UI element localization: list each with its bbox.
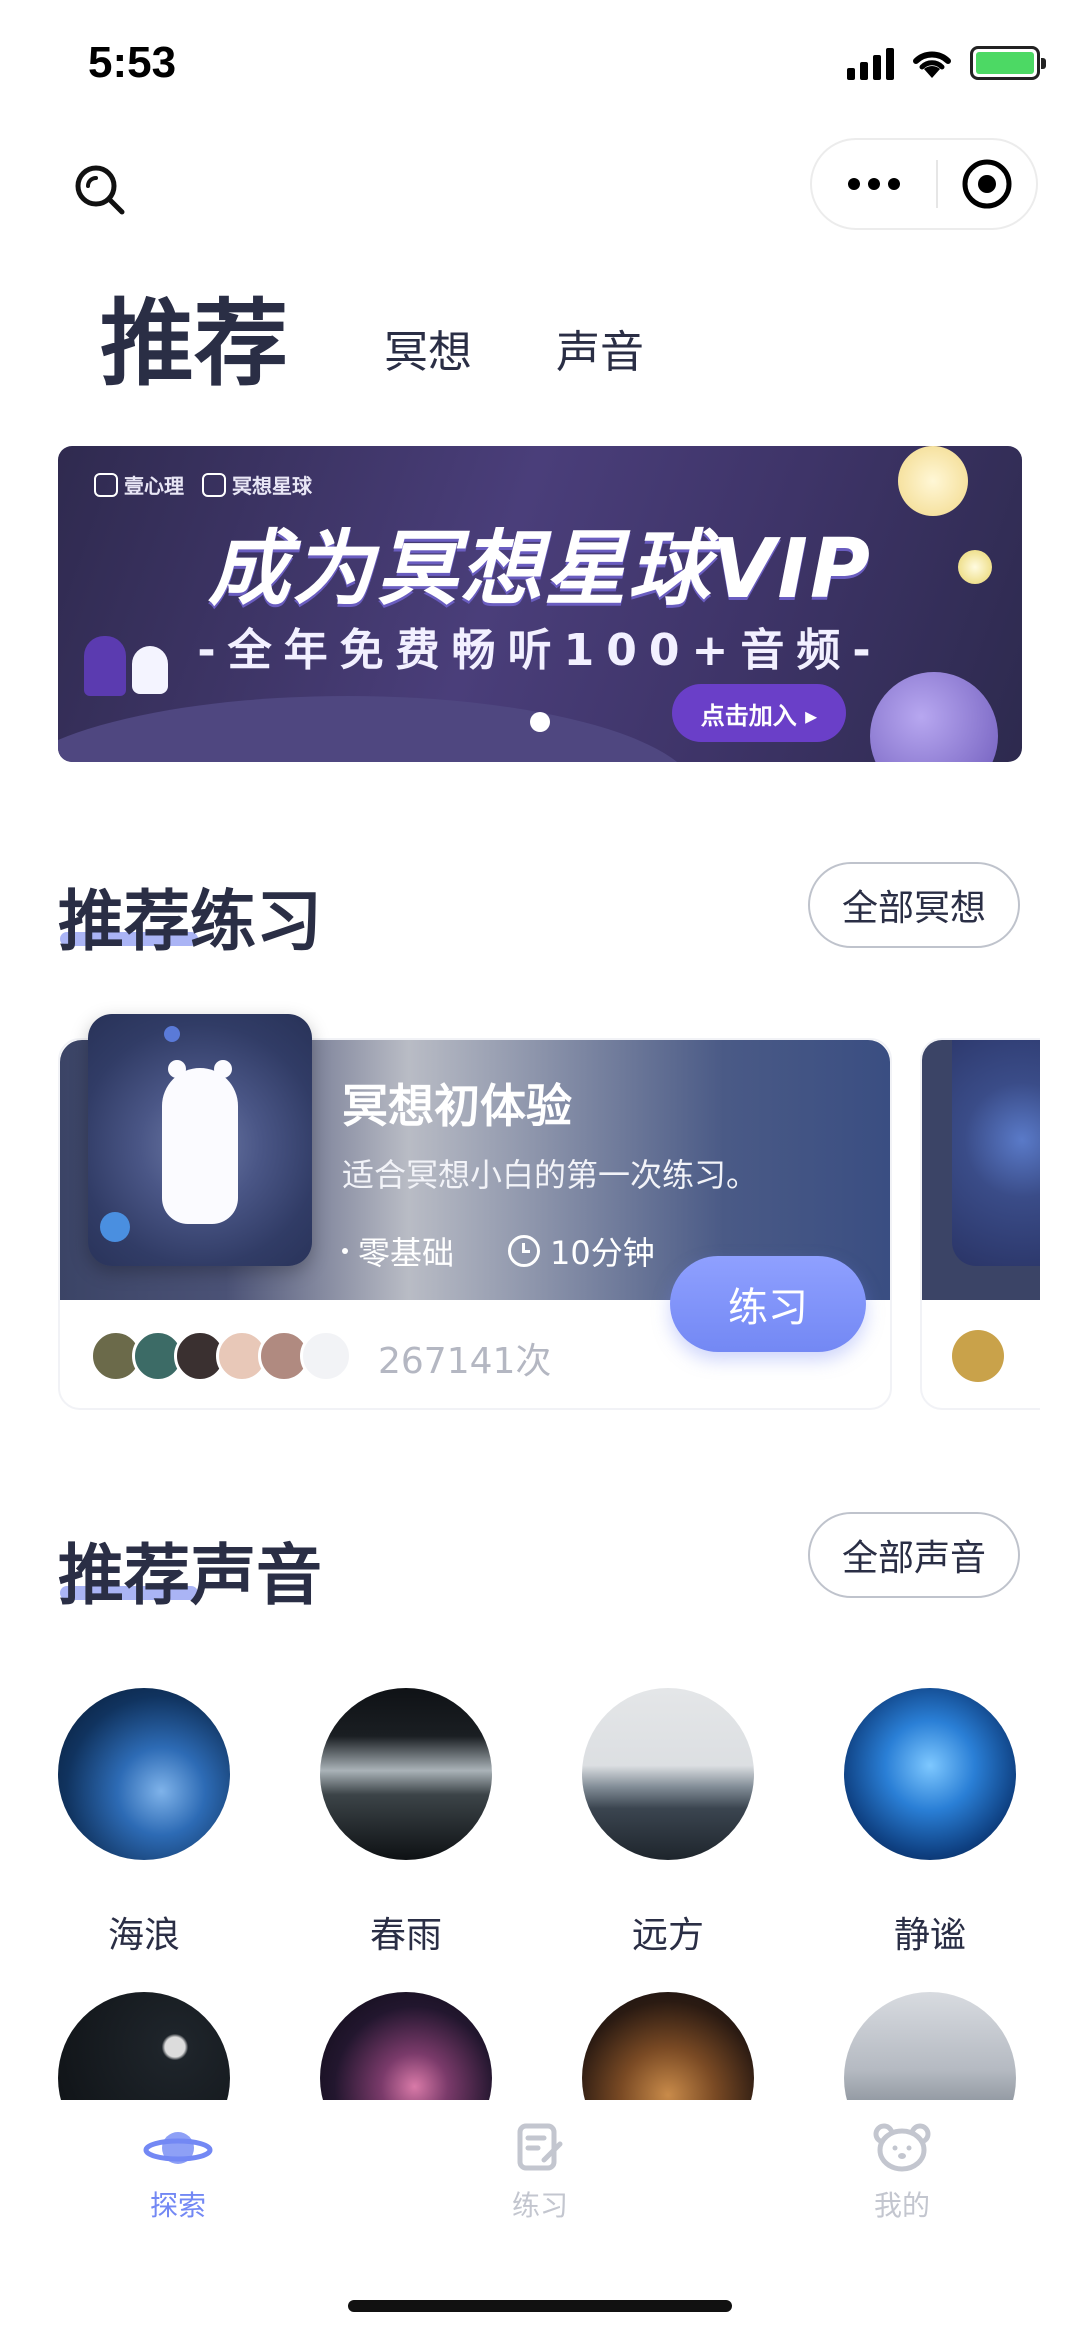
search-button[interactable] (70, 160, 130, 220)
polar-bear-illustration (162, 1060, 238, 1224)
miniprogram-capsule (810, 138, 1038, 230)
tabbar-explore[interactable]: 探索 (98, 2122, 258, 2224)
card-level: 零基础 (358, 1234, 455, 1272)
brand-logo-2: 冥想星球 (202, 470, 312, 499)
tabbar-label: 我的 (873, 2189, 930, 2222)
tab-sound[interactable]: 声音 (556, 316, 644, 380)
avatar (952, 1330, 1004, 1382)
vip-banner[interactable]: 壹心理 冥想星球 成为冥想星球VIP -全年免费畅听100+音频- 点击加入 ▸ (58, 446, 1022, 762)
tab-meditation[interactable]: 冥想 (384, 316, 472, 380)
card-thumbnail (952, 1040, 1040, 1266)
card-thumbnail (88, 1014, 312, 1266)
start-practice-button[interactable]: 练习 (670, 1256, 866, 1352)
c-logo-icon (202, 472, 226, 497)
card-title: 冥想初体验 (342, 1079, 572, 1133)
dot (868, 178, 880, 190)
play-count: 267141次 (378, 1341, 552, 1382)
banner-planet-surface (58, 696, 698, 762)
sound-label: 远方 (631, 1915, 704, 1956)
tabbar-practice[interactable]: 练习 (460, 2122, 620, 2224)
tabbar-label: 探索 (149, 2189, 206, 2222)
wifi-icon (913, 51, 951, 78)
target-icon (962, 159, 1012, 209)
more-avatars-icon (300, 1330, 352, 1382)
practice-section-title: 推荐练习 (58, 883, 322, 960)
sound-cover (58, 1688, 230, 1860)
thumb-orb (164, 1026, 180, 1042)
brand-logo-1: 壹心理 (94, 470, 184, 499)
tab-recommend[interactable]: 推荐 (100, 268, 288, 404)
tabbar-profile[interactable]: 我的 (822, 2122, 982, 2224)
sound-label: 海浪 (107, 1915, 180, 1956)
close-miniprogram-button[interactable] (938, 140, 1036, 228)
banner-planet (870, 672, 998, 762)
status-icons (847, 46, 1046, 80)
sound-section-title: 推荐声音 (58, 1537, 322, 1614)
participant-avatars (90, 1330, 352, 1382)
sound-label: 静谧 (893, 1915, 966, 1956)
card-meta: 零基础 10分钟 (342, 1228, 655, 1274)
status-bar: 5:53 (0, 0, 1080, 130)
all-meditation-button[interactable]: 全部冥想 (808, 862, 1020, 948)
sound-item-quiet[interactable]: 静谧 (844, 1688, 1016, 1958)
sound-label: 春雨 (369, 1915, 442, 1956)
card-description: 适合冥想小白的第一次练习。 (342, 1156, 759, 1194)
search-icon (75, 165, 125, 215)
banner-subtitle: -全年免费畅听100+音频- (197, 625, 883, 676)
sound-item-spring-rain[interactable]: 春雨 (320, 1688, 492, 1958)
dot (848, 178, 860, 190)
bear-face-icon (873, 2123, 931, 2172)
planet-icon (143, 2132, 213, 2164)
clock-icon (508, 1235, 541, 1267)
sound-cover (844, 1688, 1016, 1860)
banner-title: 成为冥想星球VIP (207, 522, 873, 617)
notebook-edit-icon (517, 2123, 563, 2171)
planet-icon (100, 1212, 130, 1242)
sound-cover (582, 1688, 754, 1860)
sound-item-distance[interactable]: 远方 (582, 1688, 754, 1958)
status-time: 5:53 (88, 38, 177, 87)
practice-card[interactable]: 冥想初体验 适合冥想小白的第一次练习。 零基础 10分钟 练习 267141次 (58, 1014, 892, 1410)
signal-icon (847, 46, 894, 80)
banner-brand: 壹心理 冥想星球 (94, 470, 312, 499)
banner-pagination-dot (530, 712, 550, 732)
tabbar-label: 练习 (511, 2189, 568, 2222)
bullet-dot (342, 1248, 348, 1254)
whale-icon (94, 472, 118, 497)
sound-cover (320, 1688, 492, 1860)
home-indicator (348, 2300, 732, 2312)
all-sounds-button[interactable]: 全部声音 (808, 1512, 1020, 1598)
banner-join-button[interactable]: 点击加入 ▸ (672, 684, 846, 742)
practice-card-next[interactable] (920, 1038, 1040, 1410)
card-duration: 10分钟 (550, 1234, 655, 1272)
battery-icon (970, 46, 1046, 80)
sound-item-waves[interactable]: 海浪 (58, 1688, 230, 1958)
dot (888, 178, 900, 190)
more-button[interactable] (812, 140, 936, 228)
